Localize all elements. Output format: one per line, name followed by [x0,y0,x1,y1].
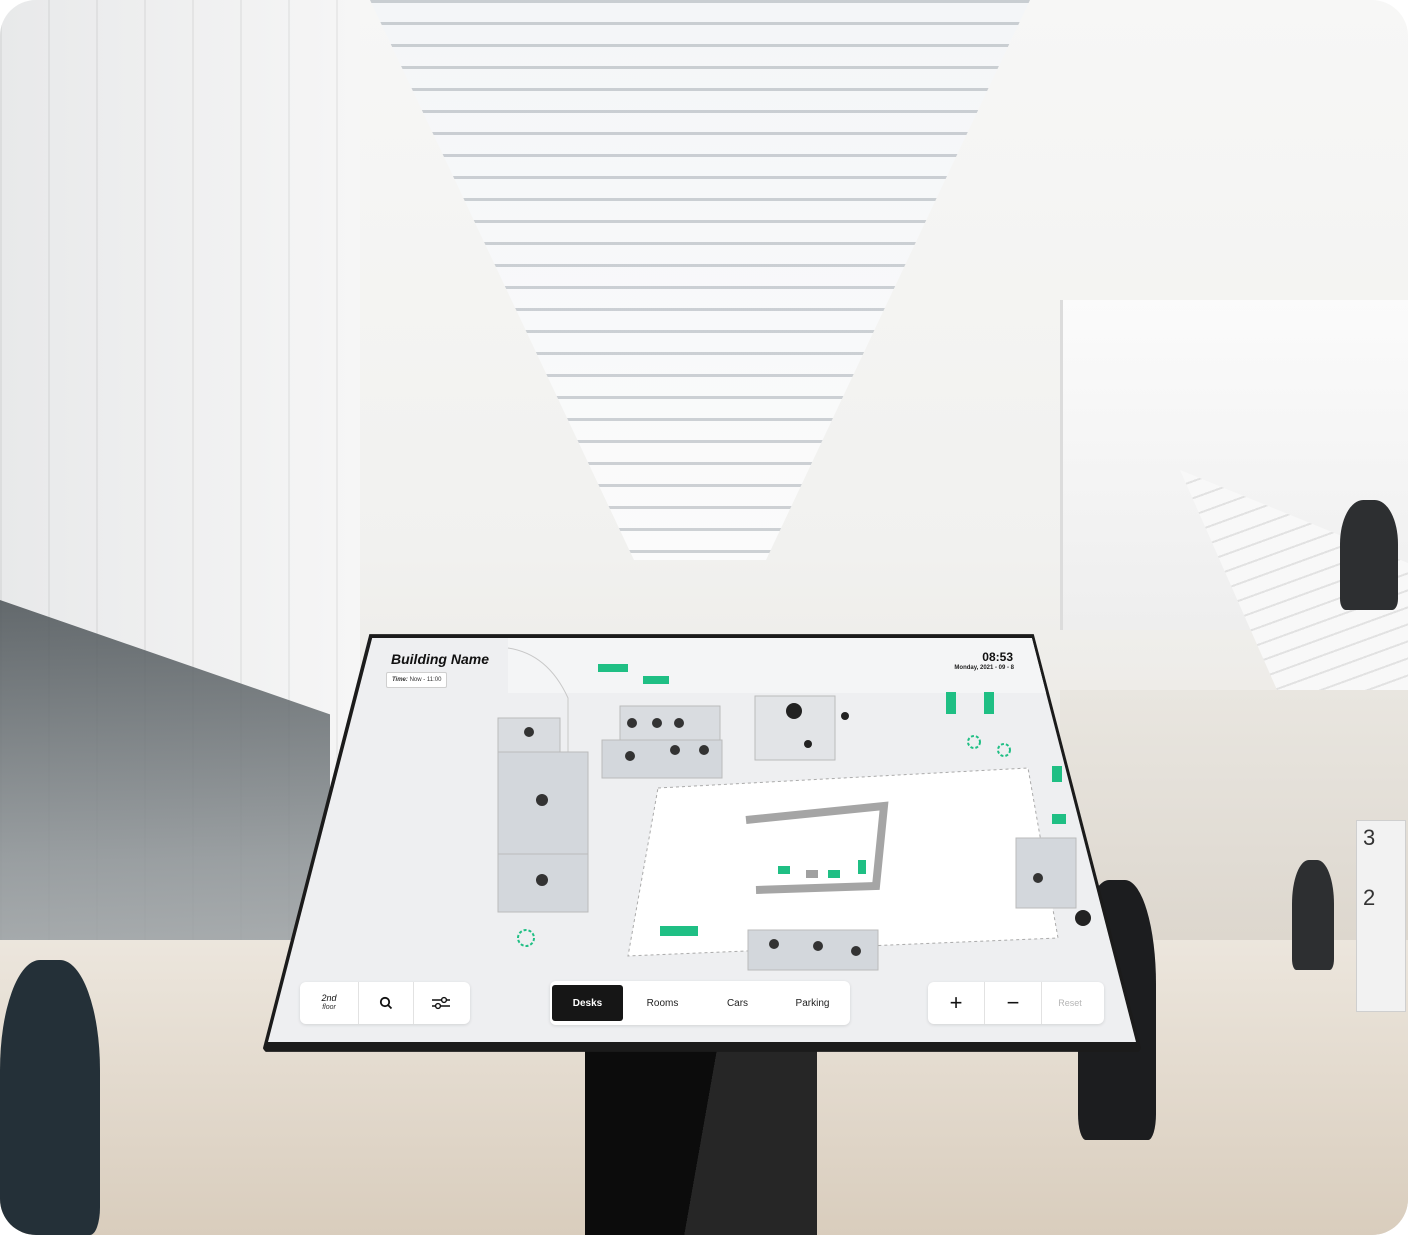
zoom-toolbar: + − Reset [928,982,1104,1024]
desk-cluster[interactable] [984,692,994,714]
search-button[interactable] [358,982,413,1024]
filter-button[interactable] [413,982,468,1024]
desk-cluster[interactable] [946,692,956,714]
sliders-icon [432,996,450,1010]
stairs-icon [786,703,802,719]
directory-sign: 3 2 [1356,820,1406,1012]
room-icon [627,718,637,728]
desk-cluster[interactable] [643,676,669,684]
room-icon [699,745,709,755]
desk-cluster[interactable] [1052,766,1062,782]
search-icon [379,996,393,1010]
sign-level-2: 2 [1363,885,1376,910]
desk-cluster[interactable] [1052,814,1066,824]
desk-marker[interactable] [967,735,981,749]
person-left [0,960,100,1235]
zoom-in-button[interactable]: + [928,982,984,1024]
room-icon [536,794,548,806]
time-value: Now - 11:00 [409,677,442,683]
room-icon [652,718,662,728]
floor-selector-button[interactable]: 2nd floor [300,993,358,1012]
desk[interactable] [806,870,818,878]
tab-desks[interactable]: Desks [552,985,623,1021]
tab-rooms[interactable]: Rooms [627,985,698,1021]
desk-marker[interactable] [997,743,1011,757]
stairs-icon [1075,910,1091,926]
floor-toolbar: 2nd floor [300,982,470,1024]
desk[interactable] [858,860,866,874]
building-name: Building Name [391,651,490,667]
zoom-out-button[interactable]: − [984,982,1041,1024]
clock: 08:53 [982,650,1013,664]
room-icon [851,946,861,956]
room-icon [536,874,548,886]
desk-marker[interactable] [517,929,535,947]
floor-suffix: floor [322,1004,336,1012]
room-icon [670,745,680,755]
person-on-stairs [1340,500,1398,610]
room-icon [804,740,812,748]
person-right [1292,860,1334,970]
room-icon [674,718,684,728]
desk[interactable] [828,870,840,878]
sign-level-3: 3 [1363,825,1376,850]
time-label: Time: [392,677,408,683]
time-selector[interactable]: Time: Now - 11:00 [386,672,448,688]
kiosk-stand [585,1040,817,1235]
room-block[interactable] [1015,837,1077,909]
category-tabs: Desks Rooms Cars Parking [550,981,850,1025]
skylight-ceiling [370,0,1030,560]
lobby-background-photo: 3 2 Building Name Time: Now - 11:00 08:5… [0,0,1408,1235]
tab-parking[interactable]: Parking [777,985,848,1021]
tab-cars[interactable]: Cars [702,985,773,1021]
room-icon [625,751,635,761]
date: Monday, 2021 - 09 - 8 [954,665,1014,671]
kiosk-screen: Building Name Time: Now - 11:00 08:53 Mo… [268,638,1136,1042]
desk-cluster[interactable] [660,926,698,936]
room-icon [813,941,823,951]
room-icon [524,727,534,737]
room-icon [1033,873,1043,883]
floor-number: 2nd [321,993,337,1004]
room-icon [841,712,849,720]
room-icon [769,939,779,949]
desk[interactable] [778,866,790,874]
reset-button[interactable]: Reset [1041,982,1098,1024]
desk-cluster[interactable] [598,664,628,672]
